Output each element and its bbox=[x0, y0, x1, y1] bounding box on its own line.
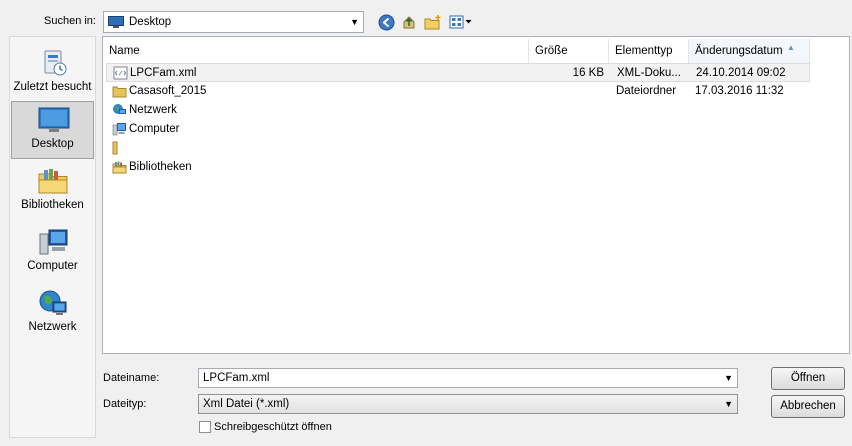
place-network[interactable]: Netzwerk bbox=[11, 285, 94, 343]
new-folder-icon bbox=[424, 14, 441, 29]
folder-icon bbox=[112, 86, 127, 98]
column-header-name[interactable]: Name bbox=[103, 39, 529, 63]
place-recent[interactable]: Zuletzt besucht bbox=[11, 45, 94, 103]
file-row-libraries[interactable]: Bibliotheken bbox=[106, 158, 810, 177]
file-row-network[interactable]: Netzwerk bbox=[106, 101, 810, 120]
libraries-icon bbox=[112, 161, 127, 174]
file-name: Computer bbox=[129, 123, 180, 135]
cancel-button[interactable]: Abbrechen bbox=[771, 395, 845, 418]
places-bar: Zuletzt besucht Desktop Bibliotheken Com… bbox=[9, 36, 96, 438]
place-computer[interactable]: Computer bbox=[11, 224, 94, 282]
file-list[interactable]: Name Größe Elementtyp ▲ Änderungsdatum L… bbox=[102, 36, 850, 354]
column-header-label: Elementtyp bbox=[615, 45, 673, 57]
column-header-type[interactable]: Elementtyp bbox=[609, 39, 689, 63]
back-arrow-icon bbox=[378, 14, 394, 30]
sort-ascending-icon: ▲ bbox=[787, 43, 795, 52]
open-button[interactable]: Öffnen bbox=[771, 367, 845, 390]
file-size: 16 KB bbox=[572, 67, 604, 79]
computer-icon bbox=[112, 123, 126, 136]
readonly-label[interactable]: Schreibgeschützt öffnen bbox=[214, 421, 332, 433]
chevron-down-icon: ▼ bbox=[724, 399, 733, 409]
filetype-select[interactable]: Xml Datei (*.xml) ▼ bbox=[198, 394, 738, 414]
view-menu-button[interactable] bbox=[448, 12, 474, 32]
lookin-value: Desktop bbox=[129, 16, 172, 28]
place-desktop[interactable]: Desktop bbox=[11, 101, 94, 159]
filename-input[interactable]: LPCFam.xml bbox=[203, 372, 269, 384]
file-row-unnamed-folder[interactable] bbox=[106, 139, 810, 158]
file-row-computer[interactable]: Computer bbox=[106, 120, 810, 139]
network-icon bbox=[39, 290, 67, 315]
lookin-label: Suchen in: bbox=[44, 15, 96, 27]
column-header-label: Größe bbox=[535, 45, 568, 57]
place-label: Netzwerk bbox=[28, 321, 77, 333]
file-date: 24.10.2014 09:02 bbox=[696, 67, 786, 79]
up-folder-button[interactable] bbox=[399, 12, 419, 32]
filename-label: Dateiname: bbox=[103, 372, 160, 384]
place-libraries[interactable]: Bibliotheken bbox=[11, 163, 94, 221]
filetype-value: Xml Datei (*.xml) bbox=[203, 398, 290, 410]
xml-file-icon bbox=[113, 66, 128, 80]
chevron-down-icon[interactable]: ▼ bbox=[724, 373, 733, 383]
recent-places-icon bbox=[44, 50, 67, 76]
place-label: Desktop bbox=[31, 138, 74, 150]
filename-combo[interactable]: LPCFam.xml ▼ bbox=[198, 368, 738, 388]
column-header-size[interactable]: Größe bbox=[529, 39, 609, 63]
filetype-label: Dateityp: bbox=[103, 398, 147, 410]
file-name: Bibliotheken bbox=[129, 161, 192, 173]
new-folder-button[interactable] bbox=[423, 12, 443, 32]
up-folder-icon bbox=[403, 15, 414, 28]
lookin-combo[interactable]: Desktop ▼ bbox=[103, 11, 364, 33]
back-button[interactable] bbox=[376, 12, 396, 32]
file-name: LPCFam.xml bbox=[130, 67, 197, 79]
desktop-icon bbox=[38, 107, 70, 132]
file-type: XML-Doku... bbox=[617, 67, 681, 79]
readonly-checkbox[interactable] bbox=[199, 421, 211, 433]
view-grid-icon bbox=[449, 15, 472, 29]
column-header-date[interactable]: ▲ Änderungsdatum bbox=[689, 39, 810, 63]
computer-icon bbox=[39, 229, 68, 255]
file-name: Netzwerk bbox=[129, 104, 177, 116]
chevron-down-icon: ▼ bbox=[350, 17, 359, 27]
place-label: Computer bbox=[27, 260, 78, 272]
file-date: 17.03.2016 11:32 bbox=[695, 85, 784, 97]
file-type: Dateiordner bbox=[616, 85, 677, 97]
file-name: Casasoft_2015 bbox=[129, 85, 207, 97]
column-header-label: Name bbox=[109, 45, 140, 57]
column-header-label: Änderungsdatum bbox=[695, 45, 783, 57]
place-label: Zuletzt besucht bbox=[13, 81, 92, 93]
desktop-icon bbox=[108, 16, 124, 28]
network-icon bbox=[113, 104, 126, 114]
file-row-lpcfam[interactable]: LPCFam.xml 16 KB XML-Doku... 24.10.2014 … bbox=[106, 63, 810, 82]
folder-icon bbox=[112, 141, 118, 155]
place-label: Bibliotheken bbox=[21, 199, 84, 211]
libraries-icon bbox=[38, 169, 68, 194]
file-row-casasoft[interactable]: Casasoft_2015 Dateiordner 17.03.2016 11:… bbox=[106, 82, 810, 101]
